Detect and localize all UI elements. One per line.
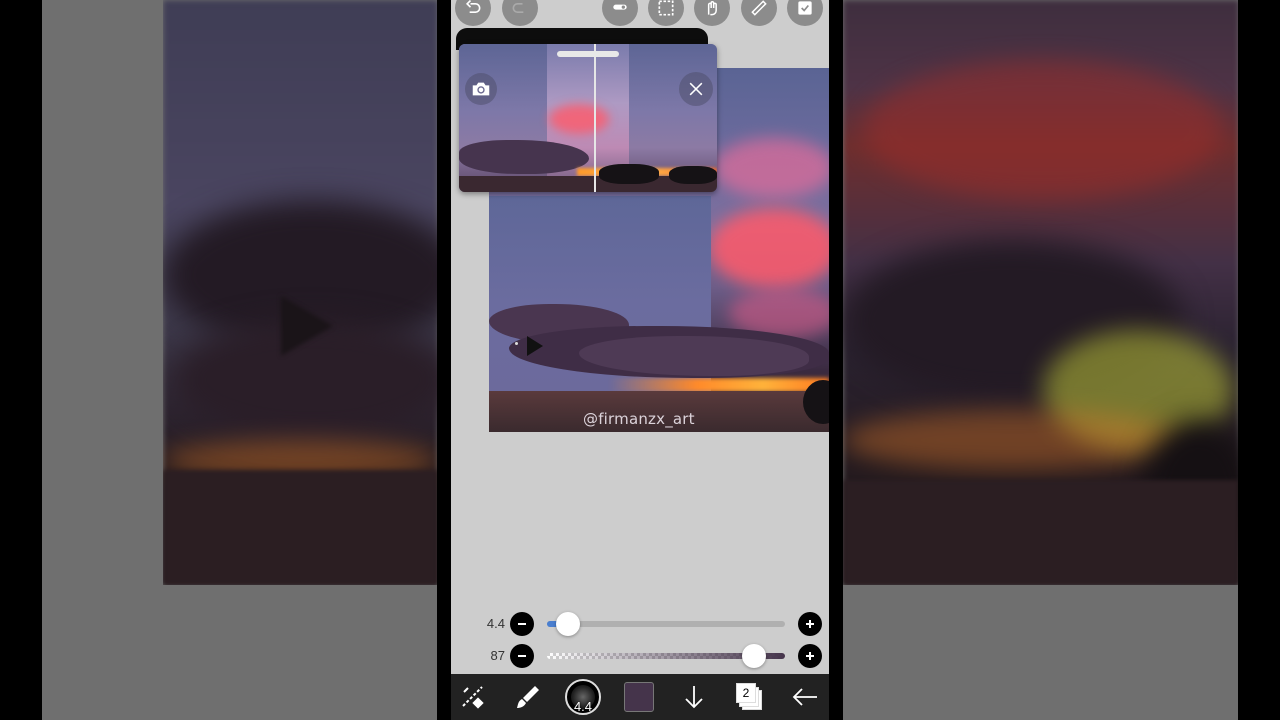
ruler-button[interactable]	[741, 0, 777, 26]
layers-button[interactable]: 2	[727, 674, 771, 720]
hand-icon	[707, 1, 717, 16]
pointer-cursor	[527, 336, 543, 356]
minus-icon	[518, 623, 526, 625]
reference-trees	[669, 166, 717, 184]
layers-icon: 2	[734, 682, 764, 712]
opacity-slider-row: 87	[451, 643, 829, 669]
brush-size-slider[interactable]	[547, 621, 785, 627]
brush-tool-icon	[517, 686, 539, 708]
red-cloud	[709, 208, 829, 288]
plus-icon	[806, 652, 814, 660]
redo-button[interactable]	[502, 0, 538, 26]
arrow-down-icon	[685, 686, 703, 709]
undo-button[interactable]	[455, 0, 491, 26]
blurred-canvas-left	[42, 0, 438, 720]
transform-tool-button[interactable]	[451, 674, 495, 720]
reference-trees	[599, 164, 659, 184]
hand-button[interactable]	[694, 0, 730, 26]
ibispaint-screen: @firmanzx_art 4.4 87 4.4 2	[451, 0, 829, 720]
color-picker-button[interactable]	[617, 674, 661, 720]
left-black-bar	[0, 0, 42, 720]
ruler-icon	[751, 0, 767, 16]
opacity-knob[interactable]	[742, 644, 767, 668]
brush-size-slider-row: 4.4	[451, 611, 829, 637]
settings-toggle-button[interactable]	[602, 0, 638, 26]
opacity-increase-button[interactable]	[798, 644, 822, 668]
sunset-glow	[609, 378, 829, 392]
current-color-swatch	[624, 682, 654, 712]
minus-icon	[518, 655, 526, 657]
brush-size-value: 4.4	[486, 616, 505, 631]
undo-icon	[465, 0, 481, 13]
watermark-text: @firmanzx_art	[583, 410, 695, 428]
arrow-left-icon	[792, 688, 817, 706]
camera-button[interactable]	[465, 73, 497, 105]
reference-cloud	[459, 140, 589, 174]
reference-divider[interactable]	[594, 44, 596, 192]
phone-frame: @firmanzx_art 4.4 87 4.4 2	[437, 0, 843, 720]
brush-tool-button[interactable]	[506, 674, 550, 720]
pink-cloud	[714, 138, 829, 198]
download-button[interactable]	[672, 674, 716, 720]
settings-toggle-icon	[613, 4, 627, 10]
opacity-value: 87	[490, 648, 505, 663]
brush-size-label: 4.4	[573, 699, 593, 714]
bottom-toolbar: 4.4 2	[451, 674, 829, 720]
selection-button[interactable]	[648, 0, 684, 26]
brush-preview-icon: 4.4	[565, 679, 601, 715]
back-button[interactable]	[783, 674, 827, 720]
camera-icon	[472, 82, 490, 96]
selection-icon	[658, 0, 674, 16]
plus-icon	[806, 620, 814, 628]
redo-icon	[512, 3, 524, 13]
opacity-decrease-button[interactable]	[510, 644, 534, 668]
brush-size-increase-button[interactable]	[798, 612, 822, 636]
close-preview-button[interactable]	[679, 72, 713, 106]
brush-size-button[interactable]: 4.4	[561, 674, 605, 720]
close-icon	[689, 82, 703, 96]
transform-tool-icon	[462, 686, 484, 709]
reference-preview-window[interactable]	[459, 44, 717, 192]
preview-drag-handle[interactable]	[557, 51, 619, 57]
blurred-canvas-right	[843, 0, 1239, 720]
brush-dot	[515, 342, 518, 345]
brush-size-decrease-button[interactable]	[510, 612, 534, 636]
reference-red-cloud	[549, 104, 609, 134]
layer-count: 2	[742, 686, 750, 700]
layer-check-button[interactable]	[787, 0, 823, 26]
layer-check-icon	[798, 1, 812, 15]
brush-size-knob[interactable]	[556, 612, 581, 636]
right-black-bar	[1238, 0, 1280, 720]
